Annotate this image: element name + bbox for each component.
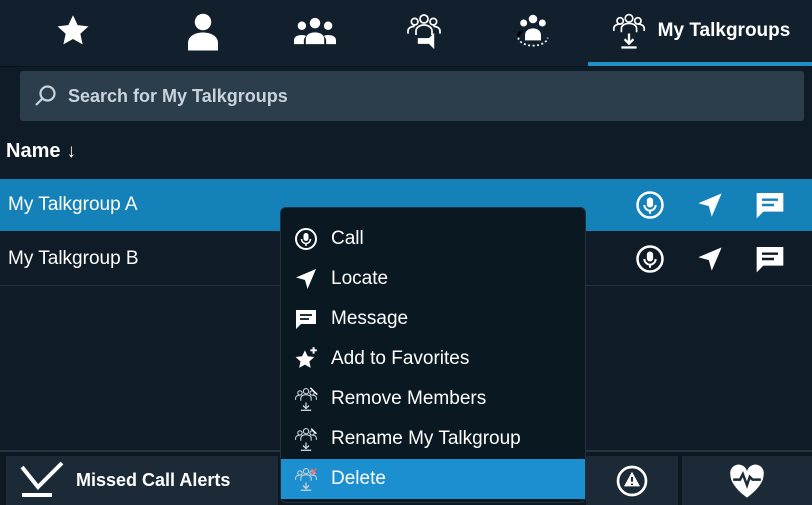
group-icon bbox=[294, 15, 336, 47]
missed-call-check-icon bbox=[20, 461, 66, 501]
tab-my-talkgroups[interactable]: My Talkgroups bbox=[588, 0, 812, 66]
missed-call-alerts-button[interactable]: Missed Call Alerts bbox=[6, 456, 278, 505]
talkgroup-name: My Talkgroup A bbox=[8, 194, 138, 215]
menu-item-label: Remove Members bbox=[331, 388, 487, 409]
tab-label: My Talkgroups bbox=[657, 20, 791, 41]
rename-talkgroup-icon bbox=[293, 426, 319, 452]
menu-item-locate[interactable]: Locate bbox=[281, 259, 585, 299]
tab-talkgroups[interactable] bbox=[370, 0, 478, 62]
context-menu: Call Locate Message Add to Favorites Rem… bbox=[280, 207, 586, 503]
menu-item-call[interactable]: Call bbox=[281, 219, 585, 259]
alerts-button[interactable] bbox=[586, 456, 678, 505]
message-icon[interactable] bbox=[740, 179, 800, 231]
tab-favorites[interactable] bbox=[0, 0, 146, 62]
tab-bar: My Talkgroups bbox=[0, 0, 812, 67]
call-icon[interactable] bbox=[620, 179, 680, 231]
call-icon[interactable] bbox=[620, 233, 680, 285]
menu-item-label: Call bbox=[331, 228, 364, 249]
name-column-header[interactable]: Name ↓ bbox=[6, 140, 76, 163]
search-bar[interactable] bbox=[20, 71, 804, 121]
search-input[interactable] bbox=[66, 84, 770, 108]
tab-contacts[interactable] bbox=[146, 0, 260, 62]
message-icon bbox=[293, 306, 319, 332]
sort-descending-icon: ↓ bbox=[66, 140, 76, 162]
heartbeat-icon bbox=[727, 463, 767, 499]
tab-scan-talkgroups[interactable] bbox=[478, 0, 588, 62]
person-icon bbox=[185, 11, 221, 51]
menu-item-delete[interactable]: Delete bbox=[281, 459, 585, 499]
call-icon bbox=[293, 226, 319, 252]
menu-item-message[interactable]: Message bbox=[281, 299, 585, 339]
message-icon[interactable] bbox=[740, 233, 800, 285]
favorite-add-icon bbox=[293, 346, 319, 372]
status-button[interactable] bbox=[682, 456, 812, 505]
talkgroup-scan-icon bbox=[513, 11, 553, 51]
locate-icon bbox=[293, 266, 319, 292]
remove-members-icon bbox=[293, 386, 319, 412]
column-header-label: Name bbox=[6, 140, 61, 162]
talkgroup-broadcast-icon bbox=[404, 11, 444, 51]
menu-item-label: Delete bbox=[331, 468, 386, 489]
menu-item-label: Locate bbox=[331, 268, 389, 289]
alert-icon bbox=[616, 465, 648, 497]
delete-talkgroup-icon bbox=[293, 466, 319, 492]
menu-item-label: Message bbox=[331, 308, 409, 329]
talkgroup-name: My Talkgroup B bbox=[8, 248, 139, 269]
missed-call-alerts-label: Missed Call Alerts bbox=[76, 470, 231, 490]
star-icon bbox=[55, 13, 91, 49]
search-icon bbox=[34, 84, 58, 108]
menu-item-rename-my-talkgroup[interactable]: Rename My Talkgroup bbox=[281, 419, 585, 459]
menu-item-add-to-favorites[interactable]: Add to Favorites bbox=[281, 339, 585, 379]
locate-icon[interactable] bbox=[680, 233, 740, 285]
menu-item-remove-members[interactable]: Remove Members bbox=[281, 379, 585, 419]
locate-icon[interactable] bbox=[680, 179, 740, 231]
menu-item-label: Add to Favorites bbox=[331, 348, 470, 369]
tab-groups[interactable] bbox=[260, 0, 370, 62]
my-talkgroups-icon bbox=[610, 11, 648, 51]
menu-item-label: Rename My Talkgroup bbox=[331, 428, 521, 449]
